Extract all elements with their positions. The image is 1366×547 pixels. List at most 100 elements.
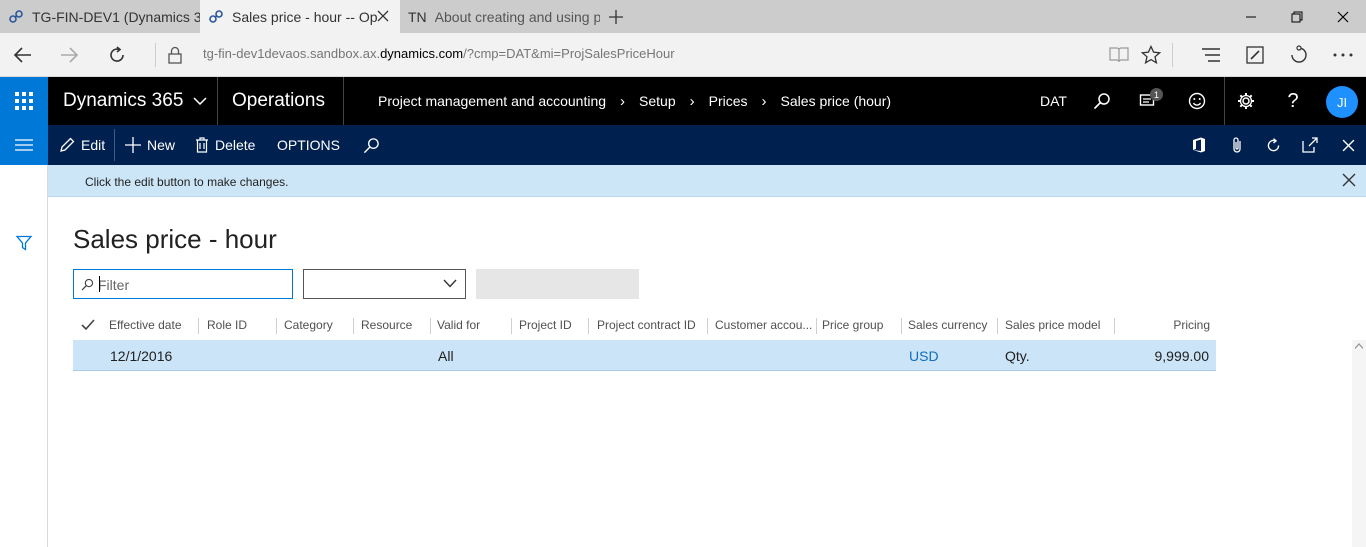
- column-separator: [997, 318, 998, 334]
- office-button[interactable]: [1181, 125, 1217, 165]
- back-button[interactable]: [0, 33, 46, 77]
- column-header-project-id[interactable]: Project ID: [519, 310, 589, 340]
- brand-menu[interactable]: Dynamics 365: [63, 77, 207, 125]
- avatar[interactable]: JI: [1326, 86, 1358, 118]
- chevron-down-icon: [443, 279, 457, 288]
- search-button[interactable]: [1082, 77, 1122, 125]
- dynamics-icon: [9, 9, 23, 23]
- column-header-pricing[interactable]: Pricing: [1118, 310, 1210, 340]
- star-icon: [1141, 45, 1161, 65]
- filter-input[interactable]: [98, 275, 286, 295]
- breadcrumb-item-prices[interactable]: Prices: [709, 93, 748, 109]
- search-icon: [1093, 93, 1110, 110]
- column-header-project-contract-id[interactable]: Project contract ID: [597, 310, 709, 340]
- cell-effective-date[interactable]: 12/1/2016: [110, 340, 172, 371]
- attachments-button[interactable]: [1219, 125, 1255, 165]
- close-icon[interactable]: [376, 9, 390, 23]
- refresh-button[interactable]: [94, 33, 140, 77]
- options-tab[interactable]: OPTIONS: [277, 125, 340, 165]
- action-search-button[interactable]: [353, 125, 389, 165]
- column-header-category[interactable]: Category: [284, 310, 354, 340]
- hub-button[interactable]: [1188, 33, 1234, 77]
- delete-button[interactable]: Delete: [195, 125, 255, 165]
- refresh-button[interactable]: [1255, 125, 1291, 165]
- column-separator: [276, 318, 277, 334]
- breadcrumb-item-page[interactable]: Sales price (hour): [781, 93, 892, 109]
- close-window-button[interactable]: [1320, 0, 1366, 33]
- column-header-valid-for[interactable]: Valid for: [437, 310, 512, 340]
- help-button[interactable]: ?: [1273, 77, 1313, 125]
- paperclip-icon: [1233, 137, 1241, 153]
- cell-sales-price-model[interactable]: Qty.: [1005, 340, 1030, 371]
- open-new-window-button[interactable]: [1292, 125, 1328, 165]
- column-separator: [511, 318, 512, 334]
- navigation-pane-button[interactable]: [0, 125, 48, 165]
- column-header-price-group[interactable]: Price group: [822, 310, 902, 340]
- filter-box[interactable]: [73, 269, 293, 299]
- close-icon: [1342, 139, 1354, 151]
- vertical-scrollbar[interactable]: [1352, 340, 1366, 547]
- cell-sales-currency-link[interactable]: USD: [909, 340, 939, 371]
- restore-button[interactable]: [1274, 0, 1320, 33]
- web-note-button[interactable]: [1232, 33, 1278, 77]
- filter-icon[interactable]: [16, 235, 32, 251]
- office-icon: [1193, 137, 1205, 153]
- close-icon[interactable]: [1342, 173, 1356, 187]
- filter-field-dropdown[interactable]: [303, 269, 466, 299]
- message-bar: Click the edit button to make changes.: [48, 165, 1366, 197]
- table-row[interactable]: 12/1/2016 All USD Qty. 9,999.00: [73, 340, 1216, 371]
- filter-value-field[interactable]: [476, 269, 639, 299]
- minimize-button[interactable]: [1228, 0, 1274, 33]
- text-caret: [99, 276, 100, 292]
- action-pane: Edit New Delete OPTIONS: [0, 125, 1366, 165]
- column-header-customer-account[interactable]: Customer accou...: [715, 310, 817, 340]
- close-page-button[interactable]: [1330, 125, 1366, 165]
- share-icon: [1291, 45, 1307, 63]
- company-picker[interactable]: DAT: [1040, 77, 1067, 125]
- brand-name: Dynamics 365: [63, 90, 184, 111]
- lock-icon[interactable]: [152, 33, 198, 77]
- checkmark-icon[interactable]: [81, 319, 95, 331]
- search-icon: [363, 137, 379, 153]
- browser-tab-strip: TG-FIN-DEV1 (Dynamics 365 Sales price - …: [0, 0, 1366, 33]
- url-suffix: /?cmp=DAT&mi=ProjSalesPriceHour: [463, 46, 675, 61]
- column-header-role-id[interactable]: Role ID: [207, 310, 277, 340]
- browser-tab-2[interactable]: Sales price - hour -- Op: [200, 0, 400, 33]
- breadcrumb-item-setup[interactable]: Setup: [639, 93, 676, 109]
- column-header-sales-currency[interactable]: Sales currency: [908, 310, 998, 340]
- cell-valid-for[interactable]: All: [438, 340, 454, 371]
- forward-button[interactable]: [46, 33, 92, 77]
- breadcrumb-item-module[interactable]: Project management and accounting: [378, 93, 606, 109]
- more-button[interactable]: [1320, 33, 1366, 77]
- edit-button[interactable]: Edit: [59, 125, 105, 165]
- browser-tab-1[interactable]: TG-FIN-DEV1 (Dynamics 365: [0, 0, 200, 33]
- column-header-sales-price-model[interactable]: Sales price model: [1005, 310, 1115, 340]
- column-header-resource[interactable]: Resource: [361, 310, 431, 340]
- column-separator: [353, 318, 354, 334]
- app-name[interactable]: Operations: [232, 77, 325, 125]
- gear-icon: [1238, 93, 1254, 109]
- share-button[interactable]: [1276, 33, 1322, 77]
- ellipsis-icon: [1333, 53, 1353, 57]
- new-tab-button[interactable]: [600, 0, 632, 33]
- messages-button[interactable]: [1128, 77, 1168, 125]
- settings-button[interactable]: [1226, 77, 1266, 125]
- feedback-button[interactable]: [1177, 77, 1217, 125]
- app-launcher-button[interactable]: [0, 77, 48, 125]
- delete-label: Delete: [215, 137, 256, 153]
- tab-title: Sales price - hour -- Op: [232, 8, 377, 25]
- url-field[interactable]: tg-fin-dev1devaos.sandbox.ax.dynamics.co…: [203, 46, 675, 61]
- arrow-left-icon: [13, 47, 31, 63]
- column-separator: [198, 318, 199, 334]
- cell-pricing[interactable]: 9,999.00: [1118, 340, 1210, 371]
- breadcrumb-separator: ›: [761, 92, 767, 110]
- tn-icon: TN: [408, 8, 427, 25]
- chevron-up-icon[interactable]: [1355, 343, 1363, 349]
- search-icon: [81, 278, 94, 291]
- new-button[interactable]: New: [125, 125, 175, 165]
- grid-header: Effective date Role ID Category Resource…: [73, 310, 1216, 340]
- browser-tab-3[interactable]: TN About creating and using p: [400, 0, 600, 33]
- favorite-button[interactable]: [1128, 33, 1174, 77]
- divider: [217, 77, 218, 125]
- column-header-effective-date[interactable]: Effective date: [109, 310, 199, 340]
